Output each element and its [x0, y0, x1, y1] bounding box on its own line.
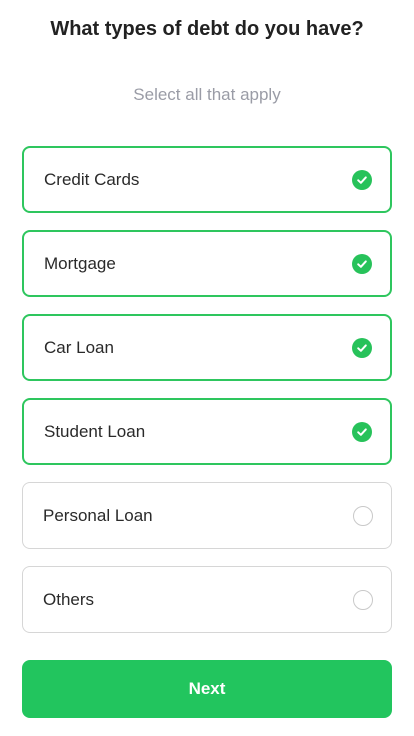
debt-options-list: Credit Cards Mortgage Car Loan Student L… — [22, 146, 392, 650]
option-student-loan[interactable]: Student Loan — [22, 398, 392, 465]
check-circle-icon — [352, 169, 372, 190]
empty-circle-icon — [353, 589, 373, 610]
option-credit-cards[interactable]: Credit Cards — [22, 146, 392, 213]
option-car-loan[interactable]: Car Loan — [22, 314, 392, 381]
option-label: Others — [43, 589, 95, 609]
option-label: Car Loan — [44, 337, 114, 357]
option-others[interactable]: Others — [22, 566, 392, 633]
check-circle-icon — [352, 337, 372, 358]
next-button[interactable]: Next — [22, 660, 392, 718]
option-mortgage[interactable]: Mortgage — [22, 230, 392, 297]
check-circle-icon — [352, 421, 372, 442]
option-label: Personal Loan — [43, 505, 153, 525]
option-label: Mortgage — [44, 253, 116, 273]
page-subtitle: Select all that apply — [133, 85, 281, 104]
check-circle-icon — [352, 253, 372, 274]
empty-circle-icon — [353, 505, 373, 526]
option-label: Credit Cards — [44, 169, 140, 189]
option-personal-loan[interactable]: Personal Loan — [22, 482, 392, 549]
page-title: What types of debt do you have? — [50, 18, 364, 40]
option-label: Student Loan — [44, 421, 146, 441]
